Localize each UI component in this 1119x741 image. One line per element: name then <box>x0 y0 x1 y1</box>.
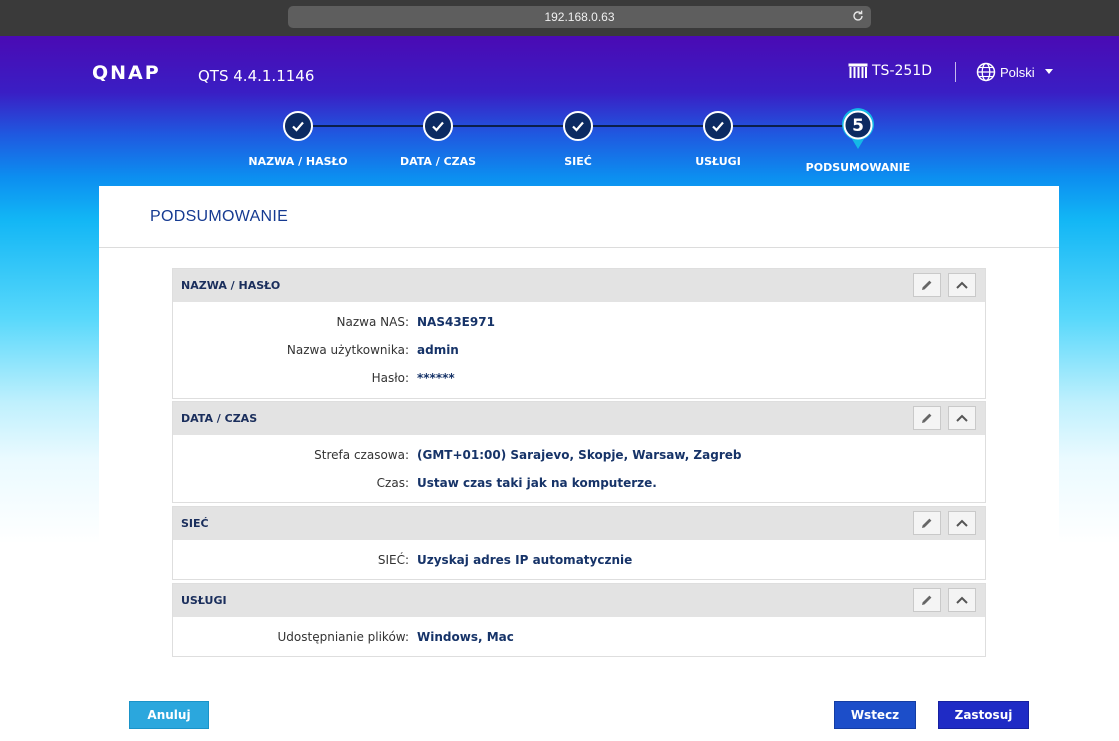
summary-row: Czas: Ustaw czas taki jak na komputerze. <box>173 476 987 494</box>
step-label: SIEĆ <box>564 155 592 168</box>
chevron-down-icon <box>1044 69 1053 74</box>
back-button[interactable]: Wstecz <box>834 701 916 729</box>
model-name: TS-251D <box>872 63 932 79</box>
row-label: Udostępnianie plików: <box>277 630 409 644</box>
section-header: DATA / CZAS <box>173 402 985 435</box>
page-title: PODSUMOWANIE <box>150 208 289 225</box>
row-value: Ustaw czas taki jak na komputerze. <box>417 476 657 490</box>
step-services: USŁUGI <box>638 111 798 168</box>
cancel-button[interactable]: Anuluj <box>129 701 209 729</box>
summary-panel: PODSUMOWANIE NAZWA / HASŁO Nazwa NAS: NA… <box>99 186 1059 741</box>
row-value: admin <box>417 343 459 357</box>
section-title: SIEĆ <box>181 517 209 530</box>
section-services: USŁUGI Udostępnianie plików: Windows, Ma… <box>172 583 986 657</box>
address-bar[interactable]: 192.168.0.63 <box>288 6 871 28</box>
row-label: Nazwa użytkownika: <box>286 343 409 357</box>
step-name-password: NAZWA / HASŁO <box>218 111 378 168</box>
header-divider <box>955 62 956 82</box>
row-label: Czas: <box>376 476 409 490</box>
row-label: Strefa czasowa: <box>314 448 409 462</box>
title-divider <box>99 247 1059 248</box>
os-version: QTS 4.4.1.1146 <box>198 67 315 85</box>
nas-device-icon <box>848 63 868 78</box>
section-title: USŁUGI <box>181 594 227 607</box>
url-text: 192.168.0.63 <box>544 10 615 24</box>
active-step-marker: 5 <box>842 108 874 149</box>
chevron-up-icon <box>956 281 968 289</box>
edit-button[interactable] <box>913 588 941 612</box>
row-value: ****** <box>417 371 455 385</box>
row-value: (GMT+01:00) Sarajevo, Skopje, Warsaw, Za… <box>417 448 742 462</box>
active-step-number: 5 <box>852 116 864 136</box>
collapse-button[interactable] <box>948 406 976 430</box>
collapse-button[interactable] <box>948 511 976 535</box>
chevron-up-icon <box>956 596 968 604</box>
row-label: Nazwa NAS: <box>336 315 409 329</box>
qnap-logo: QNAP <box>92 63 161 81</box>
apply-button[interactable]: Zastosuj <box>938 701 1029 729</box>
language-label: Polski <box>1000 64 1035 80</box>
section-header: USŁUGI <box>173 584 985 617</box>
section-date-time: DATA / CZAS Strefa czasowa: (GMT+01:00) … <box>172 401 986 503</box>
step-label: USŁUGI <box>695 155 741 168</box>
section-network: SIEĆ SIEĆ: Uzyskaj adres IP automatyczni… <box>172 506 986 580</box>
pencil-icon <box>922 280 932 290</box>
chevron-up-icon <box>956 414 968 422</box>
summary-row: Nazwa użytkownika: admin <box>173 343 987 361</box>
summary-row: SIEĆ: Uzyskaj adres IP automatycznie <box>173 553 987 571</box>
section-header: NAZWA / HASŁO <box>173 269 985 302</box>
step-done-circle <box>563 111 593 141</box>
summary-row: Nazwa NAS: NAS43E971 <box>173 315 987 333</box>
step-label: DATA / CZAS <box>399 155 477 168</box>
pencil-icon <box>922 413 932 423</box>
language-selector[interactable]: Polski <box>976 62 1053 82</box>
step-label: NAZWA / HASŁO <box>248 155 348 168</box>
check-icon <box>292 121 304 132</box>
reload-icon[interactable] <box>851 9 865 23</box>
summary-row: Hasło: ****** <box>173 371 987 389</box>
section-title: NAZWA / HASŁO <box>181 279 281 292</box>
step-label: PODSUMOWANIE <box>805 161 911 174</box>
pencil-icon <box>922 518 932 528</box>
row-value: Windows, Mac <box>417 630 514 644</box>
step-network: SIEĆ <box>498 111 658 168</box>
edit-button[interactable] <box>913 273 941 297</box>
collapse-button[interactable] <box>948 273 976 297</box>
check-icon <box>712 121 724 132</box>
edit-button[interactable] <box>913 406 941 430</box>
device-model: TS-251D <box>848 63 932 79</box>
step-done-circle <box>703 111 733 141</box>
row-value: Uzyskaj adres IP automatycznie <box>417 553 633 567</box>
row-label: SIEĆ: <box>377 553 409 567</box>
step-done-circle <box>423 111 453 141</box>
summary-row: Udostępnianie plików: Windows, Mac <box>173 630 987 648</box>
summary-row: Strefa czasowa: (GMT+01:00) Sarajevo, Sk… <box>173 448 987 466</box>
row-value: NAS43E971 <box>417 315 495 329</box>
step-summary: 5 PODSUMOWANIE <box>778 108 938 174</box>
section-header: SIEĆ <box>173 507 985 540</box>
browser-toolbar: 192.168.0.63 <box>0 0 1119 36</box>
chevron-up-icon <box>956 519 968 527</box>
check-icon <box>572 121 584 132</box>
globe-icon <box>976 62 996 82</box>
step-done-circle <box>283 111 313 141</box>
svg-text:QNAP: QNAP <box>92 63 161 81</box>
step-date-time: DATA / CZAS <box>358 111 518 168</box>
row-label: Hasło: <box>371 371 409 385</box>
collapse-button[interactable] <box>948 588 976 612</box>
pencil-icon <box>922 595 932 605</box>
edit-button[interactable] <box>913 511 941 535</box>
check-icon <box>432 121 444 132</box>
section-name-password: NAZWA / HASŁO Nazwa NAS: NAS43E971 Nazwa… <box>172 268 986 399</box>
section-title: DATA / CZAS <box>181 412 258 425</box>
